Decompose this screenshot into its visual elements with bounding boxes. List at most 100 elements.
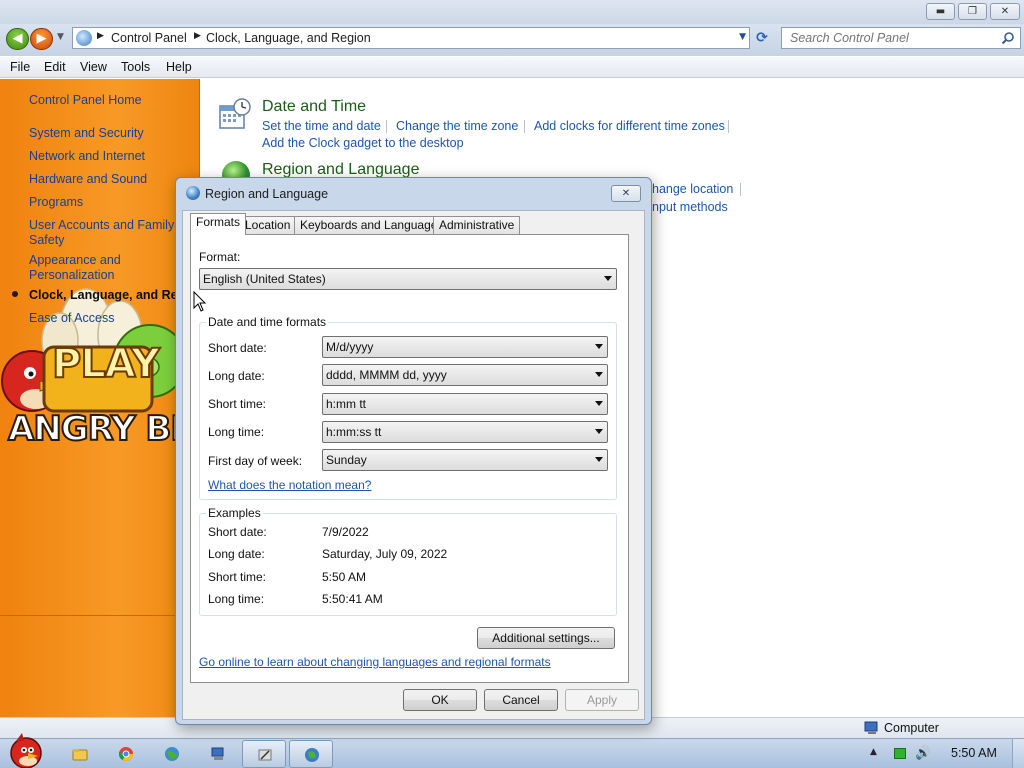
control-panel-icon — [258, 749, 272, 761]
format-dropdown[interactable]: English (United States) — [199, 268, 617, 290]
dialog-close-button[interactable]: ✕ — [611, 185, 641, 202]
ok-button[interactable]: OK — [403, 689, 477, 711]
computer-icon — [211, 747, 224, 760]
link-separator — [728, 120, 729, 133]
long-date-label: Long date: — [208, 369, 265, 383]
address-bar[interactable]: ▶ Control Panel ▶ Clock, Language, and R… — [72, 27, 750, 49]
long-time-format: h:mm:ss tt — [326, 425, 382, 439]
globe-icon — [186, 186, 200, 200]
example-short-date-label: Short date: — [208, 525, 267, 539]
breadcrumb-separator-icon[interactable]: ▶ — [194, 31, 201, 41]
tab-keyboards-languages[interactable]: Keyboards and Languages — [294, 216, 450, 234]
maximize-button[interactable]: ❐ — [958, 3, 987, 20]
taskbar-control-panel[interactable] — [242, 740, 286, 768]
back-button[interactable]: ◀ — [6, 28, 29, 50]
search-icon[interactable] — [1001, 31, 1015, 45]
tab-administrative[interactable]: Administrative — [433, 216, 521, 234]
taskbar-app[interactable] — [196, 740, 240, 768]
sidebar-item-programs[interactable]: Programs — [29, 195, 194, 210]
additional-settings-button[interactable]: Additional settings... — [477, 627, 615, 649]
action-center-icon[interactable] — [894, 748, 906, 759]
current-item-bullet — [12, 291, 18, 297]
go-online-link[interactable]: Go online to learn about changing langua… — [199, 655, 551, 669]
search-box — [781, 27, 1021, 49]
control-panel-icon — [76, 30, 92, 46]
recent-pages-dropdown-icon[interactable]: ▼ — [57, 32, 64, 42]
taskbar-chrome[interactable] — [104, 740, 148, 768]
start-button-red-bird-icon[interactable] — [4, 731, 48, 768]
dialog-titlebar[interactable]: Region and Language ✕ — [176, 178, 651, 208]
dialog-title: Region and Language — [205, 187, 329, 201]
formats-tab-panel: Format: English (United States) Date and… — [190, 234, 629, 683]
chrome-icon — [119, 747, 133, 761]
pane-divider — [0, 615, 199, 616]
breadcrumb-separator-icon[interactable]: ▶ — [97, 31, 104, 41]
tab-location[interactable]: Location — [239, 216, 297, 234]
breadcrumb-control-panel[interactable]: Control Panel — [111, 31, 187, 45]
angry-birds-logo: ANGRY BIRDS — [7, 408, 199, 450]
examples-title: Examples — [206, 506, 263, 520]
status-text: Computer — [884, 721, 939, 735]
volume-icon[interactable]: 🔊 — [915, 746, 931, 761]
long-time-dropdown[interactable]: h:mm:ss tt — [322, 421, 608, 443]
breadcrumb-clock-language-region[interactable]: Clock, Language, and Region — [206, 31, 371, 45]
first-day-of-week-value: Sunday — [326, 453, 367, 467]
taskbar-clock[interactable]: 5:50 AM — [951, 746, 997, 760]
taskbar-explorer[interactable] — [58, 740, 102, 768]
folder-icon — [72, 749, 88, 761]
forward-button[interactable]: ▶ — [30, 28, 53, 50]
tab-formats[interactable]: Formats — [190, 213, 247, 235]
sidebar-item-system-security[interactable]: System and Security — [29, 126, 194, 141]
example-long-date-value: Saturday, July 09, 2022 — [322, 547, 448, 561]
chevron-down-icon — [595, 401, 603, 406]
link-add-clock-gadget[interactable]: Add the Clock gadget to the desktop — [262, 136, 464, 150]
menu-edit[interactable]: Edit — [44, 60, 66, 74]
close-window-button[interactable]: ✕ — [990, 3, 1020, 20]
chevron-down-icon — [604, 276, 612, 281]
link-add-clocks[interactable]: Add clocks for different time zones — [534, 119, 725, 133]
region-language-dialog: Region and Language ✕ Formats Location K… — [175, 177, 652, 725]
apply-button[interactable]: Apply — [565, 689, 639, 711]
category-title-date-time[interactable]: Date and Time — [262, 98, 366, 116]
link-change-location[interactable]: hange location — [652, 182, 733, 196]
notation-help-link[interactable]: What does the notation mean? — [208, 478, 371, 492]
minimize-button[interactable]: ▬ — [926, 3, 955, 20]
play-banner-text: PLAY — [51, 340, 161, 388]
short-time-format: h:mm tt — [326, 397, 367, 411]
short-time-dropdown[interactable]: h:mm tt — [322, 393, 608, 415]
taskbar-network[interactable] — [150, 740, 194, 768]
sidebar-item-appearance[interactable]: Appearance and Personalization — [29, 253, 194, 283]
first-day-of-week-dropdown[interactable]: Sunday — [322, 449, 608, 471]
sidebar-item-network-internet[interactable]: Network and Internet — [29, 149, 194, 164]
menu-file[interactable]: File — [10, 60, 30, 74]
show-desktop-button[interactable] — [1012, 739, 1024, 768]
cancel-button[interactable]: Cancel — [484, 689, 558, 711]
link-input-methods[interactable]: nput methods — [652, 200, 728, 214]
window-titlebar: ▬ ❐ ✕ — [0, 0, 1024, 24]
long-time-label: Long time: — [208, 425, 265, 439]
menu-tools[interactable]: Tools — [121, 60, 150, 74]
address-dropdown-icon[interactable]: ▼ — [739, 32, 746, 42]
sidebar-item-user-accounts[interactable]: User Accounts and Family Safety — [29, 218, 194, 248]
long-date-dropdown[interactable]: dddd, MMMM dd, yyyy — [322, 364, 608, 386]
sidebar-item-hardware-sound[interactable]: Hardware and Sound — [29, 172, 194, 187]
refresh-icon[interactable]: ⟳ — [752, 29, 772, 47]
sidebar-item-control-panel-home[interactable]: Control Panel Home — [29, 93, 194, 108]
dialog-body: Formats Location Keyboards and Languages… — [182, 210, 645, 720]
menu-view[interactable]: View — [80, 60, 107, 74]
link-separator — [740, 183, 741, 196]
sidebar-item-clock-language-region: Clock, Language, and Region — [29, 288, 200, 302]
example-short-date-value: 7/9/2022 — [322, 525, 369, 539]
show-hidden-icons-button[interactable]: ▲ — [870, 747, 877, 757]
link-set-time-date[interactable]: Set the time and date — [262, 119, 381, 133]
menu-help[interactable]: Help — [166, 60, 192, 74]
link-separator — [386, 120, 387, 133]
menu-bar: File Edit View Tools Help — [0, 57, 1024, 78]
link-change-time-zone[interactable]: Change the time zone — [396, 119, 518, 133]
search-input[interactable] — [782, 28, 992, 48]
sidebar-item-ease-of-access[interactable]: Ease of Access — [29, 311, 194, 326]
example-short-time-label: Short time: — [208, 570, 267, 584]
taskbar-region-language[interactable] — [289, 740, 333, 768]
short-date-dropdown[interactable]: M/d/yyyy — [322, 336, 608, 358]
short-date-format: M/d/yyyy — [326, 340, 374, 354]
